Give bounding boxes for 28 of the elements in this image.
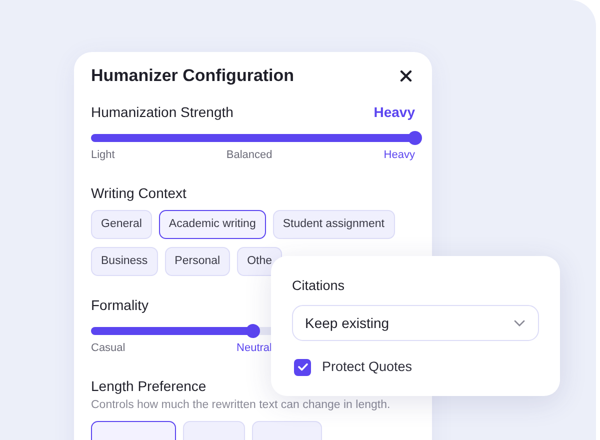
context-option[interactable]: Academic writing <box>158 210 266 239</box>
context-option[interactable]: Business <box>91 247 158 276</box>
chevron-down-icon <box>514 320 525 326</box>
section-label: Formality <box>91 296 149 313</box>
context-option[interactable]: Student assignment <box>272 210 394 239</box>
section-label: Writing Context <box>91 184 186 201</box>
slider-thumb[interactable] <box>408 131 422 145</box>
dialog-title: Humanizer Configuration <box>91 65 294 88</box>
checkbox[interactable] <box>294 358 311 376</box>
dropdown-value: Keep existing <box>305 314 390 333</box>
popup-label: Citations <box>292 277 346 294</box>
citations-dropdown[interactable]: Keep existing <box>292 305 539 341</box>
slider-tick-label: Heavy <box>384 149 415 162</box>
context-option[interactable]: Personal <box>164 247 230 276</box>
close-button[interactable] <box>398 68 414 84</box>
slider-tick-label: Casual <box>91 342 126 355</box>
section-label: Length Preference <box>91 377 206 394</box>
checkbox-label: Protect Quotes <box>322 358 412 376</box>
context-option[interactable]: General <box>91 210 152 239</box>
section-label: Humanization Strength <box>91 102 234 122</box>
close-icon <box>400 70 412 82</box>
strength-value: Heavy <box>374 102 415 122</box>
check-icon <box>298 363 308 372</box>
slider-thumb[interactable] <box>246 324 260 338</box>
slider-tick-label: Light <box>91 149 115 162</box>
slider-tick-label: Neutral <box>236 342 272 355</box>
slider-tick-label: Balanced <box>226 149 272 162</box>
section-description: Controls how much the rewritten text can change in length. <box>91 398 390 413</box>
